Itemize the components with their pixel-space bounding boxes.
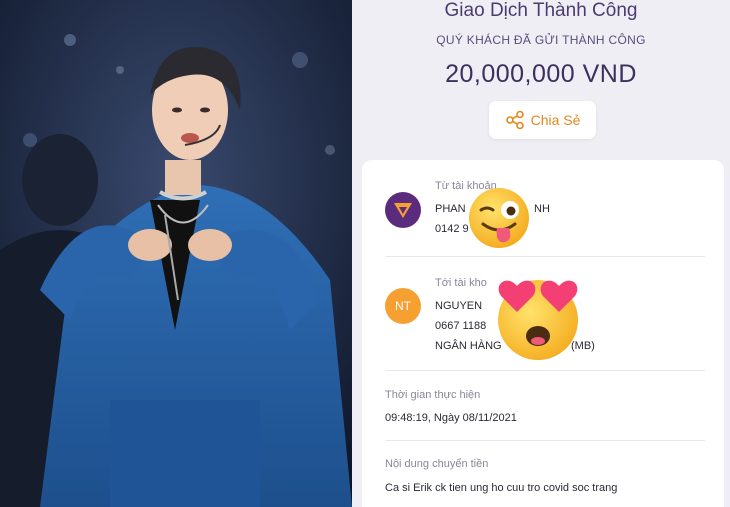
transfer-amount: 20,000,000 VND — [445, 60, 637, 88]
transaction-panel: Giao Dịch Thành Công QUÝ KHÁCH ĐÃ GỬI TH… — [352, 0, 730, 507]
from-account-name: PHAN — [435, 203, 466, 215]
content-label: Nội dung chuyển tiền — [385, 458, 489, 470]
heart-eyes-emoji — [493, 270, 583, 367]
sender-bank-logo — [385, 192, 421, 228]
winking-tongue-emoji — [467, 186, 531, 255]
divider — [385, 440, 705, 441]
to-account-number: 0667 1188 — [435, 320, 487, 332]
to-bank-name: NGÂN HÀNG — [435, 340, 502, 352]
divider — [385, 256, 705, 257]
divider — [385, 370, 705, 371]
share-icon — [505, 110, 525, 130]
to-account-label: Tới tài kho — [435, 277, 487, 289]
to-account-name: NGUYEN — [435, 300, 483, 312]
from-account-name-tail: NH — [534, 203, 550, 215]
recipient-avatar: NT — [385, 288, 421, 324]
from-account-number: 0142 9 — [435, 223, 469, 235]
status-subtitle: QUÝ KHÁCH ĐÃ GỬI THÀNH CÔNG — [436, 33, 646, 47]
singer-photo — [0, 0, 352, 507]
time-label: Thời gian thực hiện — [385, 389, 481, 401]
share-label: Chia Sẻ — [530, 112, 581, 128]
time-value: 09:48:19, Ngày 08/11/2021 — [385, 412, 517, 424]
page-title: Giao Dịch Thành Công — [444, 0, 638, 21]
content-value: Ca si Erik ck tien ung ho cuu tro covid … — [385, 482, 618, 494]
share-button[interactable]: Chia Sẻ — [489, 101, 596, 139]
